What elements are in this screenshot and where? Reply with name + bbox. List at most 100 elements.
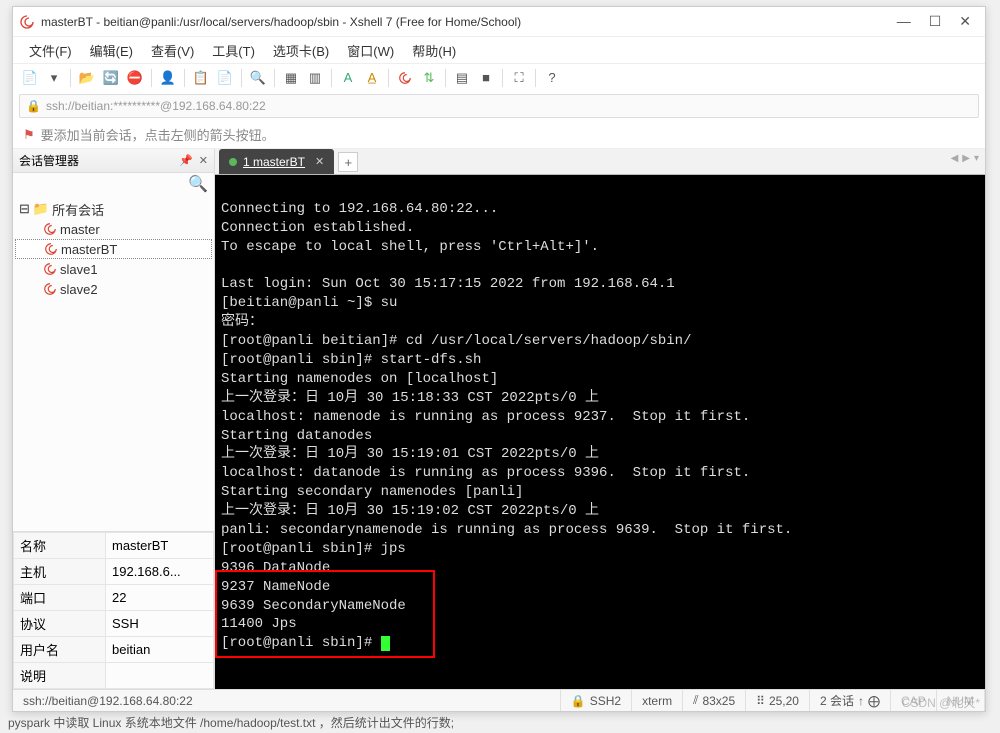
session-tree: ⊟ 📁 所有会话 master masterBT slave1: [13, 195, 214, 532]
disconnect-button[interactable]: ⛔: [124, 67, 146, 89]
add-tab-button[interactable]: +: [338, 152, 358, 172]
help-button[interactable]: ?: [541, 67, 563, 89]
menu-tabs[interactable]: 选项卡(B): [265, 39, 337, 62]
window-title: masterBT - beitian@panli:/usr/local/serv…: [41, 15, 897, 29]
tree-root-label: 所有会话: [52, 200, 104, 219]
menu-view[interactable]: 查看(V): [143, 39, 202, 62]
hint-text: 要添加当前会话，点击左侧的箭头按钮。: [41, 125, 275, 144]
tab-prev-icon[interactable]: ◀: [951, 153, 959, 164]
pin-icon[interactable]: 📌: [179, 154, 193, 167]
session-icon: [44, 242, 58, 256]
sidebar-close-icon[interactable]: ✕: [199, 154, 208, 167]
color-button[interactable]: ▥: [304, 67, 326, 89]
menu-file[interactable]: 文件(F): [21, 39, 80, 62]
properties-panel: 名称masterBT 主机192.168.6... 端口22 协议SSH 用户名…: [13, 532, 214, 689]
lock-icon: 🔒: [26, 99, 41, 113]
tree-label: slave1: [60, 262, 98, 277]
close-button[interactable]: ✕: [959, 13, 971, 30]
dropdown-icon[interactable]: ▾: [43, 67, 65, 89]
tree-label: masterBT: [61, 242, 117, 257]
tree-item-master[interactable]: master: [15, 219, 212, 239]
prop-key-proto: 协议: [14, 611, 106, 637]
address-field[interactable]: 🔒 ssh://beitian:**********@192.168.64.80…: [19, 94, 979, 118]
titlebar: masterBT - beitian@panli:/usr/local/serv…: [13, 7, 985, 37]
session-icon: [43, 222, 57, 236]
tab-close-icon[interactable]: ✕: [315, 155, 324, 168]
prop-val-host: 192.168.6...: [106, 559, 214, 585]
session-icon: [43, 262, 57, 276]
open-button[interactable]: 📂: [76, 67, 98, 89]
address-text: ssh://beitian:**********@192.168.64.80:2…: [46, 99, 266, 113]
status-sessions: 2 会话 ↑ ⨁: [810, 690, 891, 711]
sidebar-search[interactable]: 🔍: [13, 173, 214, 195]
xshell-icon[interactable]: [394, 67, 416, 89]
tree-label: slave2: [60, 282, 98, 297]
paste-button[interactable]: 📄: [214, 67, 236, 89]
tree-label: master: [60, 222, 100, 237]
folder-icon: 📁: [33, 201, 49, 217]
status-pos: ⠿25,20: [746, 690, 810, 711]
session-manager-panel: 会话管理器 📌 ✕ 🔍 ⊟ 📁 所有会话 master: [13, 149, 215, 689]
stop-button[interactable]: ■: [475, 67, 497, 89]
prop-val-desc: [106, 663, 214, 689]
watermark: CSDN @北天*: [902, 694, 980, 711]
minimize-button[interactable]: —: [897, 13, 911, 30]
prop-val-proto: SSH: [106, 611, 214, 637]
prop-val-user: beitian: [106, 637, 214, 663]
tab-label: 1 masterBT: [243, 155, 305, 169]
toolbar: 📄 ▾ 📂 🔄 ⛔ 👤 📋 📄 🔍 ▦ ▥ A A̲ ⇅ ▤ ■ ⛶ ?: [13, 63, 985, 91]
address-bar: 🔒 ssh://beitian:**********@192.168.64.80…: [13, 91, 985, 121]
properties-table: 名称masterBT 主机192.168.6... 端口22 协议SSH 用户名…: [13, 532, 214, 689]
app-window: masterBT - beitian@panli:/usr/local/serv…: [12, 6, 986, 712]
tree-item-slave1[interactable]: slave1: [15, 259, 212, 279]
status-bar: ssh://beitian@192.168.64.80:22 🔒SSH2 xte…: [13, 689, 985, 711]
hint-bar: ⚑ 要添加当前会话，点击左侧的箭头按钮。: [13, 121, 985, 149]
copy-button[interactable]: 📋: [190, 67, 212, 89]
session-icon: [43, 282, 57, 296]
app-icon: [19, 14, 35, 30]
flag-icon: ⚑: [23, 127, 35, 143]
highlight-button[interactable]: A̲: [361, 67, 383, 89]
tab-menu-icon[interactable]: ▾: [974, 153, 979, 164]
tab-strip: 1 masterBT ✕ + ◀ ▶ ▾: [215, 149, 985, 175]
collapse-icon[interactable]: ⊟: [19, 201, 30, 217]
prop-key-port: 端口: [14, 585, 106, 611]
fullscreen-button[interactable]: ⛶: [508, 67, 530, 89]
sidebar-title: 会话管理器: [19, 152, 79, 169]
prop-val-port: 22: [106, 585, 214, 611]
prop-key-name: 名称: [14, 533, 106, 559]
menu-window[interactable]: 窗口(W): [339, 39, 402, 62]
menu-help[interactable]: 帮助(H): [404, 39, 464, 62]
status-term: xterm: [632, 690, 683, 711]
status-size: ⫽83x25: [683, 690, 746, 711]
tree-item-slave2[interactable]: slave2: [15, 279, 212, 299]
window-controls: — ☐ ✕: [897, 13, 979, 30]
connected-dot-icon: [229, 158, 237, 166]
font-button[interactable]: A: [337, 67, 359, 89]
main-pane: 1 masterBT ✕ + ◀ ▶ ▾ Connecting to 192.1…: [215, 149, 985, 689]
reconnect-button[interactable]: 🔄: [100, 67, 122, 89]
maximize-button[interactable]: ☐: [929, 13, 942, 30]
prop-key-host: 主机: [14, 559, 106, 585]
find-button[interactable]: 🔍: [247, 67, 269, 89]
tree-item-masterbt[interactable]: masterBT: [15, 239, 212, 259]
menubar: 文件(F) 编辑(E) 查看(V) 工具(T) 选项卡(B) 窗口(W) 帮助(…: [13, 37, 985, 63]
new-session-button[interactable]: 📄: [19, 67, 41, 89]
terminal[interactable]: Connecting to 192.168.64.80:22... Connec…: [215, 175, 985, 689]
sidebar-header: 会话管理器 📌 ✕: [13, 149, 214, 173]
status-connection: ssh://beitian@192.168.64.80:22: [13, 690, 561, 711]
tree-root[interactable]: ⊟ 📁 所有会话: [15, 199, 212, 219]
background-text: pyspark 中读取 Linux 系统本地文件 /home/hadoop/te…: [8, 714, 454, 731]
menu-tools[interactable]: 工具(T): [204, 39, 263, 62]
prop-key-desc: 说明: [14, 663, 106, 689]
prop-key-user: 用户名: [14, 637, 106, 663]
prop-val-name: masterBT: [106, 533, 214, 559]
transfer-button[interactable]: ⇅: [418, 67, 440, 89]
tab-masterbt[interactable]: 1 masterBT ✕: [219, 149, 334, 174]
layout-button[interactable]: ▦: [280, 67, 302, 89]
tab-next-icon[interactable]: ▶: [962, 153, 970, 164]
menu-edit[interactable]: 编辑(E): [82, 39, 141, 62]
profile-button[interactable]: 👤: [157, 67, 179, 89]
script-button[interactable]: ▤: [451, 67, 473, 89]
status-proto: 🔒SSH2: [561, 690, 632, 711]
